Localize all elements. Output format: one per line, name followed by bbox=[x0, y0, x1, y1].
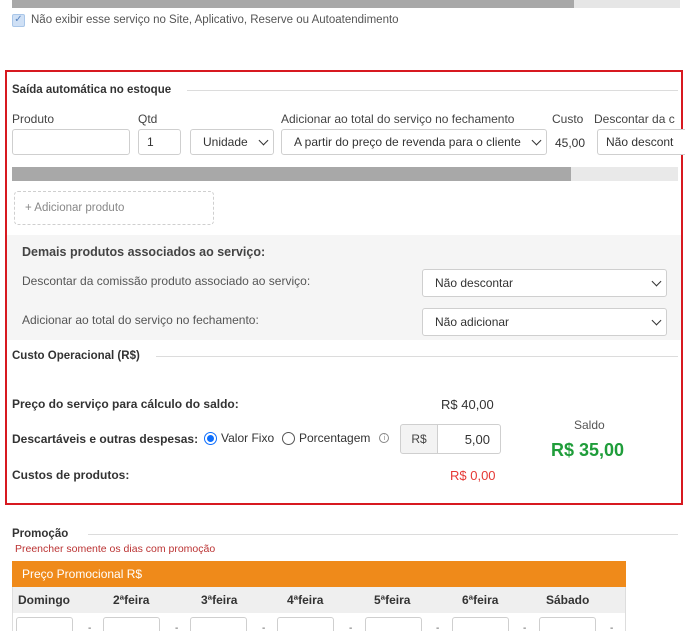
hide-service-row[interactable]: ✓ Não exibir esse serviço no Site, Aplic… bbox=[12, 12, 399, 28]
add-product-button[interactable]: + Adicionar produto bbox=[14, 191, 214, 225]
chevron-down-icon bbox=[258, 135, 269, 145]
col-add-total-label: Adicionar ao total do serviço no fechame… bbox=[281, 112, 515, 126]
price-value: R$ 40,00 bbox=[441, 397, 494, 412]
section-divider bbox=[88, 533, 678, 535]
radio-fixed[interactable] bbox=[204, 431, 217, 445]
hide-service-checkbox[interactable]: ✓ bbox=[12, 13, 25, 27]
promo-table-title: Preço Promocional R$ bbox=[12, 561, 626, 587]
col-discount-label: Descontar da c bbox=[594, 112, 675, 126]
separator: - bbox=[175, 623, 179, 631]
day-header: 4ªfeira bbox=[287, 593, 324, 607]
section-divider bbox=[187, 89, 678, 91]
associated-add-total-select[interactable]: Não adicionar bbox=[422, 308, 667, 336]
option-fixed-label: Valor Fixo bbox=[221, 431, 275, 445]
promotion-title: Promoção bbox=[12, 528, 69, 540]
hide-service-label: Não exibir esse serviço no Site, Aplicat… bbox=[31, 14, 399, 26]
cost-value: 45,00 bbox=[555, 136, 586, 150]
chevron-down-icon bbox=[531, 135, 542, 145]
unit-select-value: Unidade bbox=[203, 135, 248, 149]
balance-label: Saldo bbox=[574, 418, 605, 432]
day-header: 3ªfeira bbox=[201, 593, 238, 607]
option-percent-label: Porcentagem bbox=[299, 431, 371, 445]
promotion-header: Promoção bbox=[12, 528, 678, 540]
option-fixed[interactable]: Valor Fixo bbox=[204, 431, 274, 445]
separator: - bbox=[88, 623, 92, 631]
day-header: Domingo bbox=[18, 593, 70, 607]
stock-section-header: Saída automática no estoque bbox=[12, 84, 678, 96]
qty-input[interactable]: 1 bbox=[138, 129, 181, 155]
associated-title: Demais produtos associados ao serviço: bbox=[22, 245, 266, 259]
price-label: Preço do serviço para cálculo do saldo: bbox=[12, 397, 239, 411]
balance-value: R$ 35,00 bbox=[551, 440, 625, 460]
col-cost-label: Custo bbox=[552, 112, 584, 126]
separator: - bbox=[349, 623, 353, 631]
products-cost-value: R$ 0,00 bbox=[450, 468, 496, 483]
discount-select[interactable]: Não descont bbox=[597, 129, 685, 155]
operational-section-header: Custo Operacional (R$) bbox=[12, 350, 678, 362]
chevron-down-icon bbox=[651, 276, 662, 286]
promo-price-input[interactable] bbox=[103, 617, 160, 631]
table-scrollbar-thumb[interactable] bbox=[12, 167, 571, 181]
commission-select-value: Não descontar bbox=[435, 276, 514, 290]
disposables-input[interactable]: 5,00 bbox=[438, 424, 501, 454]
promo-price-input[interactable] bbox=[365, 617, 422, 631]
stock-section-title: Saída automática no estoque bbox=[12, 84, 172, 96]
option-percent[interactable]: Porcentagem i bbox=[282, 431, 390, 445]
add-total-select[interactable]: A partir do preço de revenda para o clie… bbox=[281, 129, 547, 155]
commission-label: Descontar da comissão produto associado … bbox=[22, 274, 311, 288]
promo-price-input[interactable] bbox=[190, 617, 247, 631]
separator: - bbox=[436, 623, 440, 631]
separator: - bbox=[523, 623, 527, 631]
add-total-select-value: A partir do preço de revenda para o clie… bbox=[294, 135, 521, 149]
disposables-label: Descartáveis e outras despesas: bbox=[12, 432, 199, 446]
day-header: 2ªfeira bbox=[113, 593, 150, 607]
chevron-down-icon bbox=[651, 315, 662, 325]
associated-add-total-value: Não adicionar bbox=[435, 315, 510, 329]
promo-day-header-row: Domingo 2ªfeira 3ªfeira 4ªfeira 5ªfeira … bbox=[12, 587, 626, 613]
promo-price-input[interactable] bbox=[452, 617, 509, 631]
promo-price-input[interactable] bbox=[16, 617, 73, 631]
section-divider bbox=[155, 355, 678, 357]
col-product-label: Produto bbox=[12, 112, 55, 126]
info-icon[interactable]: i bbox=[379, 433, 390, 443]
promo-price-table: Preço Promocional R$ Domingo 2ªfeira 3ªf… bbox=[12, 561, 626, 631]
promo-price-input[interactable] bbox=[539, 617, 596, 631]
separator: - bbox=[262, 623, 266, 631]
unit-select[interactable]: Unidade bbox=[190, 129, 274, 155]
promo-inputs-row: - - - - - - - bbox=[12, 613, 626, 631]
product-input[interactable] bbox=[12, 129, 130, 155]
products-cost-label: Custos de produtos: bbox=[12, 468, 130, 482]
day-header: 5ªfeira bbox=[374, 593, 411, 607]
disposables-input-group[interactable]: R$ 5,00 bbox=[400, 424, 501, 454]
commission-select[interactable]: Não descontar bbox=[422, 269, 667, 297]
col-qty-label: Qtd bbox=[138, 112, 158, 126]
top-scrollbar-thumb[interactable] bbox=[12, 0, 574, 8]
radio-percent[interactable] bbox=[282, 431, 295, 445]
associated-add-total-label: Adicionar ao total do serviço no fechame… bbox=[22, 313, 259, 327]
currency-prefix: R$ bbox=[400, 424, 438, 454]
separator: - bbox=[610, 623, 614, 631]
day-header: Sábado bbox=[546, 593, 590, 607]
checkmark-icon: ✓ bbox=[14, 14, 23, 25]
day-header: 6ªfeira bbox=[462, 593, 499, 607]
operational-section-title: Custo Operacional (R$) bbox=[12, 350, 140, 362]
promo-price-input[interactable] bbox=[277, 617, 334, 631]
promotion-note: Preencher somente os dias com promoção bbox=[15, 543, 216, 555]
